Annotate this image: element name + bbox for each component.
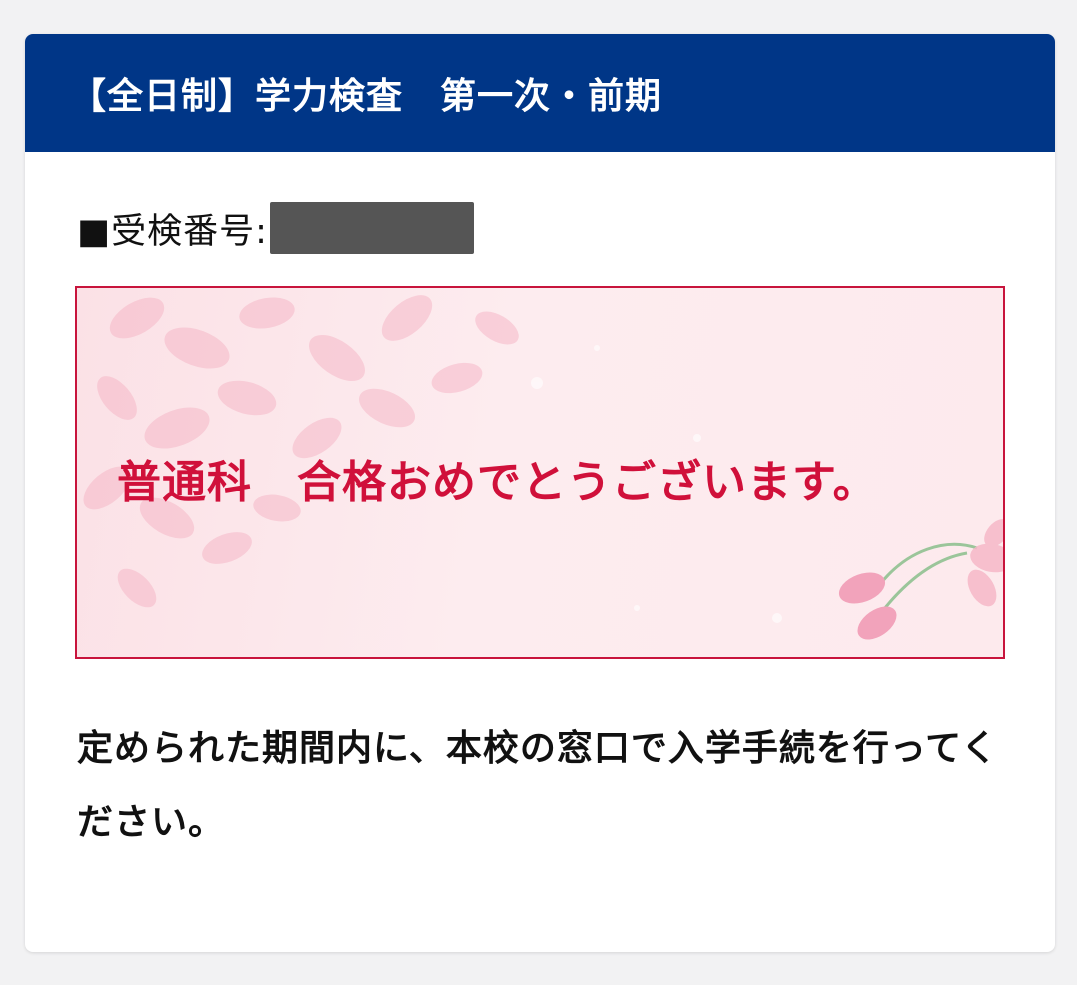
result-card: 【全日制】学力検査 第一次・前期 ■受検番号: 普通科 合格おめでとうございます… — [25, 34, 1055, 952]
exam-number-label: ■受検番号: — [77, 211, 268, 252]
congratulations-message: 普通科 合格おめでとうございます。 — [117, 457, 878, 508]
card-header: 【全日制】学力検査 第一次・前期 — [25, 34, 1055, 152]
enrollment-instruction: 定められた期間内に、本校の窓口で入学手続を行ってください。 — [77, 728, 999, 843]
exam-number-redacted — [269, 202, 474, 254]
result-banner: 普通科 合格おめでとうございます。 — [75, 286, 1005, 659]
page-title: 【全日制】学力検査 第一次・前期 — [70, 76, 663, 117]
exam-number-row: ■受検番号: — [77, 202, 474, 254]
